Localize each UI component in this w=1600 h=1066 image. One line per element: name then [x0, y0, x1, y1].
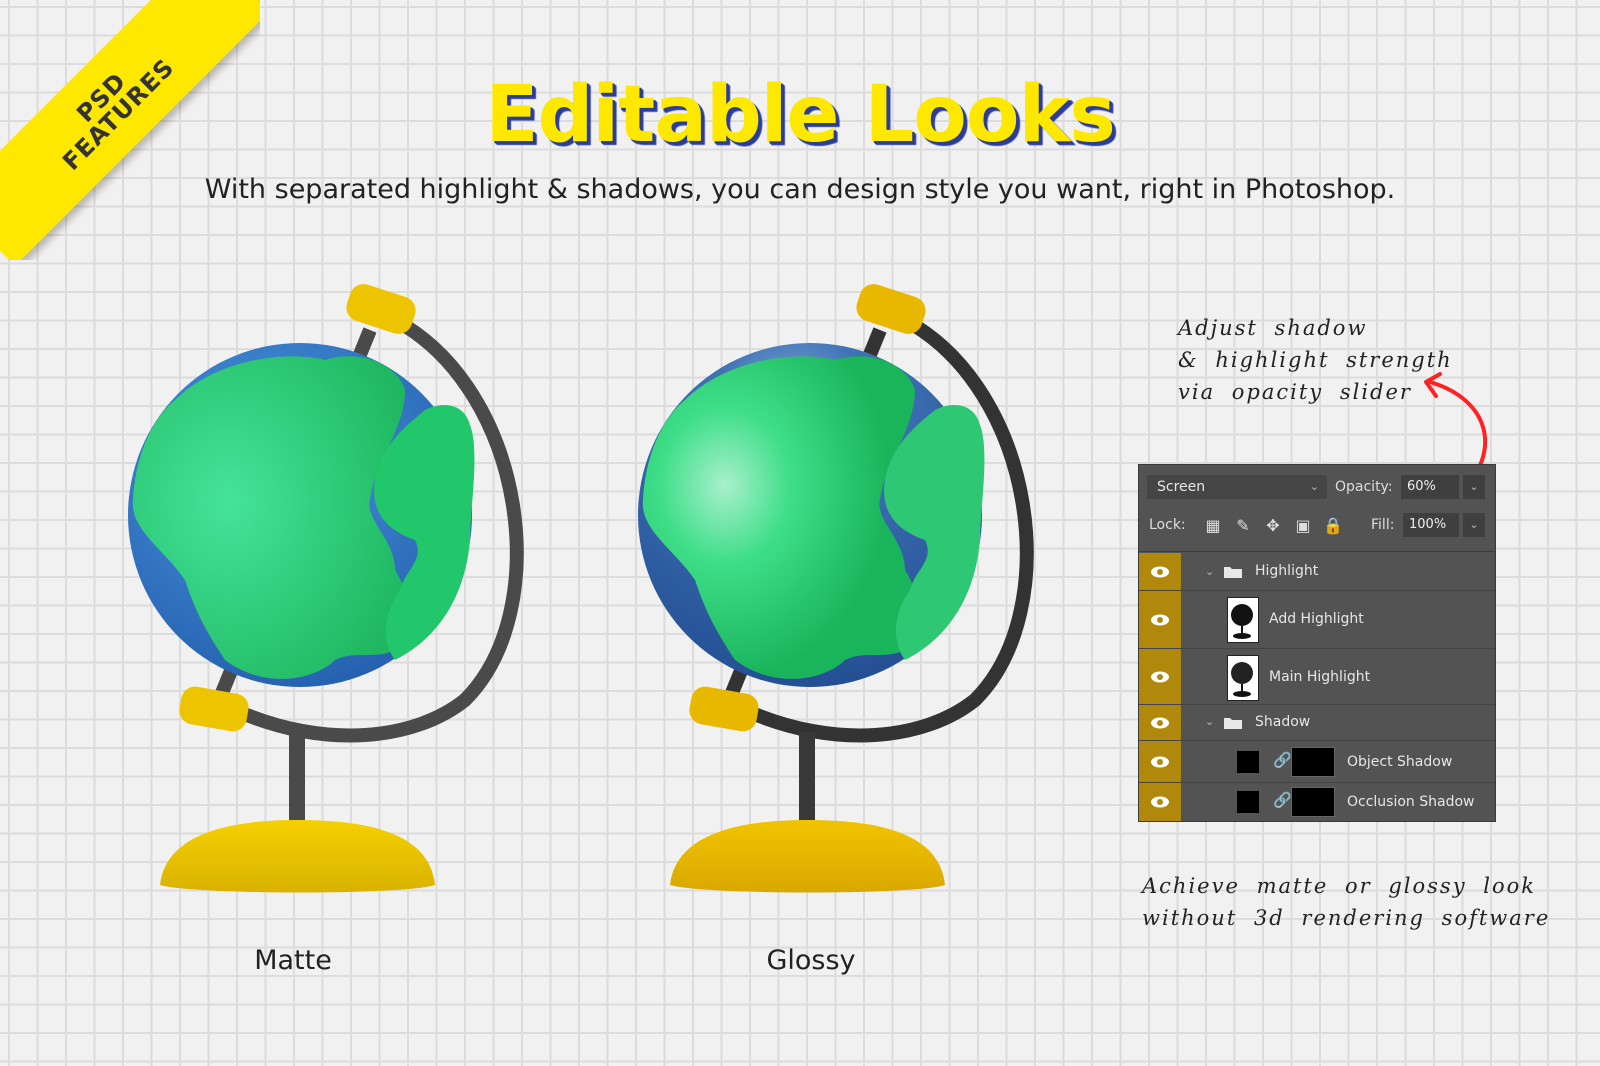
lock-image-pixels-icon[interactable]: ✎	[1233, 516, 1253, 535]
eye-icon	[1151, 566, 1169, 577]
link-icon[interactable]: 🔗	[1273, 791, 1292, 809]
layer-name: Add Highlight	[1269, 611, 1364, 627]
note-line: Adjust shadow	[1178, 316, 1368, 340]
layer-color-thumbnail	[1237, 791, 1259, 813]
chevron-down-icon[interactable]: ⌄	[1205, 715, 1214, 728]
globe-glossy-illustration	[635, 280, 1055, 920]
lock-artboard-icon[interactable]: ▣	[1293, 516, 1313, 535]
layer-add-highlight[interactable]: Add Highlight	[1139, 591, 1495, 649]
lock-label: Lock:	[1149, 517, 1186, 533]
page-subtitle: With separated highlight & shadows, you …	[204, 174, 1396, 205]
lock-position-icon[interactable]: ✥	[1263, 516, 1283, 535]
eye-icon	[1151, 756, 1169, 767]
globe-icon	[128, 284, 524, 893]
note-line: without 3d rendering software	[1142, 906, 1551, 930]
caption-matte: Matte	[254, 945, 332, 976]
visibility-toggle[interactable]	[1139, 591, 1181, 648]
blend-opacity-row: Screen ⌄ Opacity: 60% ⌄	[1147, 475, 1487, 501]
folder-icon	[1224, 718, 1242, 729]
layer-object-shadow[interactable]: 🔗 Object Shadow	[1139, 741, 1495, 783]
layer-group-shadow[interactable]: ⌄ Shadow	[1139, 705, 1495, 741]
visibility-toggle[interactable]	[1139, 741, 1181, 782]
fill-label: Fill:	[1371, 517, 1395, 533]
lock-transparent-pixels-icon[interactable]: ▦	[1203, 516, 1223, 535]
opacity-slider-toggle[interactable]: ⌄	[1463, 475, 1485, 499]
lock-icons: ▦ ✎ ✥ ▣ 🔒	[1203, 513, 1343, 537]
globe-thumbnail-icon	[1231, 604, 1253, 639]
visibility-toggle[interactable]	[1139, 705, 1181, 740]
layer-color-thumbnail	[1237, 751, 1259, 773]
note-line: Achieve matte or glossy look	[1142, 874, 1536, 898]
layer-mask-thumbnail[interactable]	[1291, 787, 1335, 817]
folder-icon	[1224, 567, 1242, 578]
globe-thumbnail-icon	[1231, 662, 1253, 697]
caption-glossy: Glossy	[766, 945, 856, 976]
layer-name: Object Shadow	[1347, 754, 1453, 770]
layer-name: Occlusion Shadow	[1347, 794, 1475, 810]
eye-icon	[1151, 717, 1169, 728]
visibility-toggle[interactable]	[1139, 553, 1181, 590]
layer-mask-thumbnail[interactable]	[1291, 747, 1335, 777]
lock-fill-row: Lock: ▦ ✎ ✥ ▣ 🔒 Fill: 100% ⌄	[1147, 513, 1487, 539]
visibility-toggle[interactable]	[1139, 783, 1181, 821]
layer-name: Highlight	[1255, 563, 1319, 579]
blend-mode-value: Screen	[1157, 479, 1206, 495]
opacity-label: Opacity:	[1335, 479, 1393, 495]
fill-slider-toggle[interactable]: ⌄	[1463, 513, 1485, 537]
layer-group-highlight[interactable]: ⌄ Highlight	[1139, 553, 1495, 591]
layer-thumbnail	[1227, 655, 1259, 701]
link-icon[interactable]: 🔗	[1273, 751, 1292, 769]
layer-name: Shadow	[1255, 714, 1311, 730]
lock-all-icon[interactable]: 🔒	[1323, 516, 1343, 535]
globe-matte-illustration	[125, 280, 545, 920]
layer-thumbnail	[1227, 597, 1259, 643]
layer-main-highlight[interactable]: Main Highlight	[1139, 649, 1495, 705]
globe-icon	[638, 284, 1034, 893]
chevron-down-icon[interactable]: ⌄	[1205, 565, 1214, 578]
eye-icon	[1151, 671, 1169, 682]
layer-occlusion-shadow[interactable]: 🔗 Occlusion Shadow	[1139, 783, 1495, 821]
blend-mode-select[interactable]: Screen ⌄	[1147, 475, 1327, 499]
chevron-down-icon: ⌄	[1309, 480, 1319, 493]
visibility-toggle[interactable]	[1139, 649, 1181, 704]
page-title: Editable Looks	[485, 70, 1116, 160]
fill-input[interactable]: 100%	[1403, 513, 1459, 537]
panel-divider	[1139, 551, 1495, 552]
eye-icon	[1151, 796, 1169, 808]
opacity-input[interactable]: 60%	[1401, 475, 1459, 499]
layers-panel: Screen ⌄ Opacity: 60% ⌄ Lock: ▦ ✎ ✥ ▣ 🔒 …	[1138, 464, 1496, 822]
eye-icon	[1151, 614, 1169, 625]
note-matte-glossy: Achieve matte or glossy look without 3d …	[1142, 870, 1550, 934]
layer-name: Main Highlight	[1269, 669, 1371, 685]
